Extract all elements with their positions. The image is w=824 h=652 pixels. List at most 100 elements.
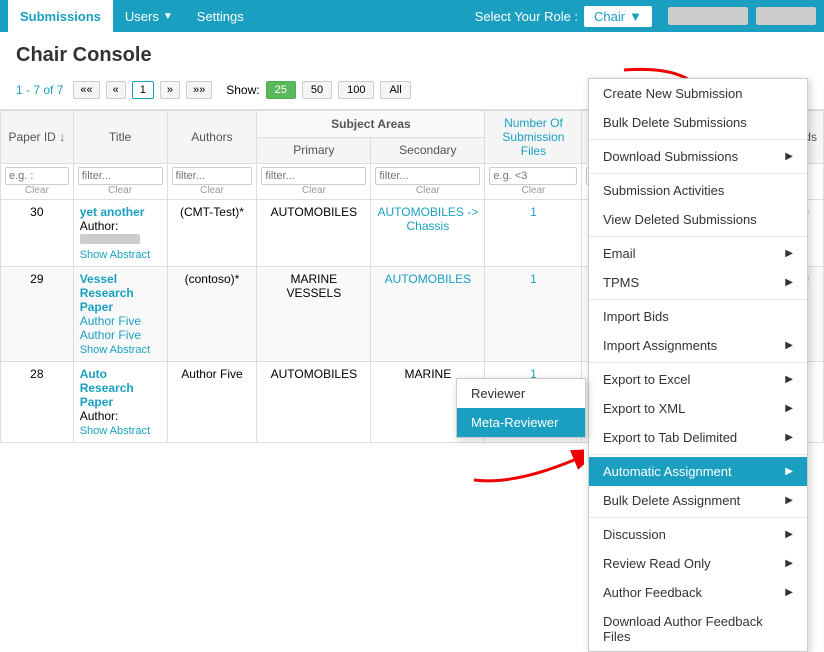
chevron-right-icon-11: ▶ <box>785 558 793 569</box>
pagination-info: 1 - 7 of 7 <box>16 83 63 97</box>
nav-users-label: Users <box>125 9 159 24</box>
paper-title: Auto Research Paper <box>80 367 134 409</box>
clear-primary[interactable]: Clear <box>261 185 366 196</box>
chevron-right-icon: ▶ <box>785 151 793 162</box>
author-link2[interactable]: Author Five <box>80 328 141 342</box>
authors-cell: (contoso)* <box>167 267 257 362</box>
submenu-reviewer[interactable]: Reviewer <box>457 379 585 408</box>
chevron-right-icon-6: ▶ <box>785 403 793 414</box>
user-badge-1 <box>668 7 748 25</box>
chevron-right-icon-5: ▶ <box>785 374 793 385</box>
menu-export-excel[interactable]: Export to Excel ▶ <box>589 365 807 394</box>
show-abstract-link[interactable]: Show Abstract <box>80 425 150 437</box>
last-page-button[interactable]: »» <box>186 81 212 99</box>
col-num-files: Number Of Submission Files <box>485 111 582 164</box>
menu-author-feedback[interactable]: Author Feedback ▶ <box>589 578 807 607</box>
first-page-button[interactable]: «« <box>73 81 99 99</box>
chevron-right-icon-3: ▶ <box>785 277 793 288</box>
top-navigation: Submissions Users ▼ Settings Select Your… <box>0 0 824 32</box>
chevron-right-icon-7: ▶ <box>785 432 793 443</box>
role-button[interactable]: Chair ▼ <box>584 6 652 27</box>
show-label: Show: <box>226 83 259 97</box>
menu-automatic-assignment[interactable]: Automatic Assignment ▶ <box>589 457 807 486</box>
chevron-right-icon-9: ▶ <box>785 495 793 506</box>
role-label: Select Your Role : <box>475 9 578 24</box>
users-arrow-icon: ▼ <box>163 11 173 22</box>
user-badge-2 <box>756 7 816 25</box>
clear-title[interactable]: Clear <box>78 185 163 196</box>
paper-id-link[interactable]: 30 <box>30 205 43 219</box>
menu-export-tab[interactable]: Export to Tab Delimited ▶ <box>589 423 807 452</box>
menu-import-assignments[interactable]: Import Assignments ▶ <box>589 331 807 360</box>
nav-settings[interactable]: Settings <box>185 0 256 32</box>
paper-id-link[interactable]: 29 <box>30 272 43 286</box>
clear-authors[interactable]: Clear <box>172 185 253 196</box>
role-selector: Select Your Role : Chair ▼ <box>475 6 652 27</box>
chevron-right-icon-8: ▶ <box>785 466 793 477</box>
chevron-right-icon-10: ▶ <box>785 529 793 540</box>
paper-id-link[interactable]: 28 <box>30 367 43 381</box>
author-blurred <box>80 234 140 244</box>
menu-import-bids[interactable]: Import Bids <box>589 302 807 331</box>
col-secondary: Secondary <box>371 137 485 164</box>
page-title: Chair Console <box>0 32 824 75</box>
menu-divider-7 <box>589 517 807 518</box>
show-abstract-link[interactable]: Show Abstract <box>80 249 150 261</box>
menu-divider-1 <box>589 139 807 140</box>
clear-secondary[interactable]: Clear <box>375 185 480 196</box>
menu-view-deleted[interactable]: View Deleted Submissions <box>589 205 807 234</box>
chevron-right-icon-2: ▶ <box>785 248 793 259</box>
author-link[interactable]: Author Five <box>80 314 141 328</box>
menu-export-xml[interactable]: Export to XML ▶ <box>589 394 807 423</box>
show-100-button[interactable]: 100 <box>338 81 374 99</box>
chevron-right-icon-4: ▶ <box>785 340 793 351</box>
menu-discussion[interactable]: Discussion ▶ <box>589 520 807 549</box>
primary-cell: AUTOMOBILES <box>257 200 371 267</box>
filter-secondary[interactable] <box>375 167 480 185</box>
chevron-right-icon-12: ▶ <box>785 587 793 598</box>
show-all-button[interactable]: All <box>380 81 410 99</box>
submenu-meta-reviewer[interactable]: Meta-Reviewer <box>457 408 585 437</box>
author-label: Author: <box>80 219 119 233</box>
menu-divider-3 <box>589 236 807 237</box>
filter-authors[interactable] <box>172 167 253 185</box>
menu-submission-activities[interactable]: Submission Activities <box>589 176 807 205</box>
menu-create-submission[interactable]: Create New Submission <box>589 79 807 108</box>
clear-paper-id[interactable]: Clear <box>5 185 69 196</box>
primary-cell: MARINE VESSELS <box>257 267 371 362</box>
menu-bulk-delete-assignment[interactable]: Bulk Delete Assignment ▶ <box>589 486 807 515</box>
filter-primary[interactable] <box>261 167 366 185</box>
role-value: Chair <box>594 9 625 24</box>
menu-bulk-delete-submissions[interactable]: Bulk Delete Submissions <box>589 108 807 137</box>
filter-num-files[interactable] <box>489 167 577 185</box>
menu-review-read-only[interactable]: Review Read Only ▶ <box>589 549 807 578</box>
menu-download-submissions[interactable]: Download Submissions ▶ <box>589 142 807 171</box>
filter-paper-id[interactable] <box>5 167 69 185</box>
primary-cell: AUTOMOBILES <box>257 362 371 443</box>
nav-submissions-label: Submissions <box>20 9 101 24</box>
next-page-button[interactable]: » <box>160 81 180 99</box>
col-subject-areas: Subject Areas <box>257 111 485 138</box>
filter-title[interactable] <box>78 167 163 185</box>
authors-cell: (CMT-Test)* <box>167 200 257 267</box>
authors-cell: Author Five <box>167 362 257 443</box>
prev-page-button[interactable]: « <box>106 81 126 99</box>
clear-num-files[interactable]: Clear <box>489 185 577 196</box>
menu-email[interactable]: Email ▶ <box>589 239 807 268</box>
sort-icon: ↓ <box>59 130 65 144</box>
menu-tpms[interactable]: TPMS ▶ <box>589 268 807 297</box>
num-files-cell[interactable]: 1 <box>485 267 582 362</box>
show-50-button[interactable]: 50 <box>302 81 332 99</box>
paper-title: Vessel Research Paper <box>80 272 134 314</box>
col-primary: Primary <box>257 137 371 164</box>
menu-divider-4 <box>589 299 807 300</box>
menu-download-author-feedback[interactable]: Download Author Feedback Files <box>589 607 807 651</box>
nav-users[interactable]: Users ▼ <box>113 0 185 32</box>
paper-title: yet another <box>80 205 145 219</box>
nav-submissions[interactable]: Submissions <box>8 0 113 32</box>
show-abstract-link[interactable]: Show Abstract <box>80 344 150 356</box>
num-files-cell[interactable]: 1 <box>485 200 582 267</box>
nav-settings-label: Settings <box>197 9 244 24</box>
show-25-button[interactable]: 25 <box>266 81 296 99</box>
col-authors: Authors <box>167 111 257 164</box>
